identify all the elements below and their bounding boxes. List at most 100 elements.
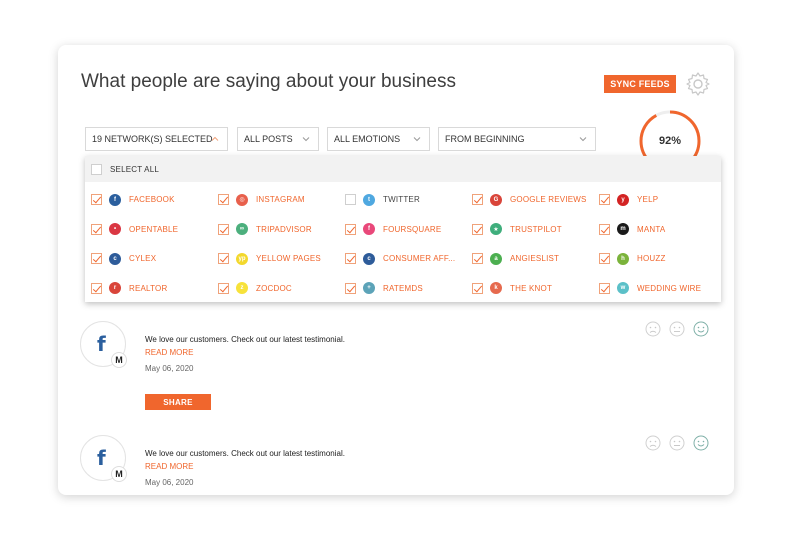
network-logo-icon: a [490, 252, 502, 265]
network-checkbox[interactable] [91, 223, 102, 235]
network-option[interactable]: y YELP [599, 185, 726, 215]
network-checkbox[interactable] [345, 194, 356, 206]
page-title: What people are saying about your busine… [81, 71, 456, 92]
network-checkbox[interactable] [599, 194, 610, 206]
network-checkbox[interactable] [472, 223, 483, 235]
network-label: HOUZZ [637, 254, 666, 264]
date-range-filter[interactable]: FROM BEGINNING [438, 127, 596, 151]
network-option[interactable]: c CYLEX [91, 244, 218, 274]
network-option[interactable]: a ANGIESLIST [472, 244, 599, 274]
network-checkbox[interactable] [472, 253, 483, 265]
network-label: ZOCDOC [256, 283, 292, 293]
network-logo-icon: k [490, 282, 502, 295]
read-more-link[interactable]: READ MORE [145, 348, 193, 357]
network-label: TRIPADVISOR [256, 224, 312, 234]
manta-badge-icon: M [111, 466, 127, 482]
network-label: RATEMDS [383, 283, 423, 293]
network-checkbox[interactable] [218, 223, 229, 235]
network-option[interactable]: h HOUZZ [599, 244, 726, 274]
network-label: FOURSQUARE [383, 224, 442, 234]
network-checkbox[interactable] [218, 282, 229, 294]
network-label: ANGIESLIST [510, 254, 560, 264]
network-logo-icon: G [490, 193, 502, 206]
network-label: MANTA [637, 224, 666, 234]
manta-badge-icon: M [111, 352, 127, 368]
chevron-down-icon [579, 137, 587, 142]
network-checkbox[interactable] [91, 194, 102, 206]
network-option[interactable]: f FACEBOOK [91, 185, 218, 215]
network-checkbox[interactable] [91, 253, 102, 265]
network-option[interactable]: • OPENTABLE [91, 215, 218, 245]
network-option[interactable]: ★ TRUSTPILOT [472, 215, 599, 245]
select-all-row[interactable]: SELECT ALL [85, 156, 721, 182]
network-option[interactable]: k THE KNOT [472, 274, 599, 304]
network-option[interactable]: f FOURSQUARE [345, 215, 472, 245]
post-date: May 06, 2020 [145, 364, 194, 373]
network-checkbox[interactable] [472, 194, 483, 206]
networks-filter[interactable]: 19 NETWORK(S) SELECTED [85, 127, 228, 151]
network-label: CYLEX [129, 254, 157, 264]
network-checkbox[interactable] [345, 282, 356, 294]
network-label: CONSUMER AFF... [383, 254, 456, 264]
network-option[interactable]: ∞ TRIPADVISOR [218, 215, 345, 245]
network-option[interactable]: G GOOGLE REVIEWS [472, 185, 599, 215]
network-label: YELP [637, 195, 659, 205]
network-checkbox[interactable] [218, 194, 229, 206]
sad-emotion-icon[interactable] [645, 321, 661, 337]
network-label: REALTOR [129, 283, 168, 293]
network-logo-icon: w [617, 282, 629, 295]
read-more-link[interactable]: READ MORE [145, 462, 193, 471]
networks-dropdown: SELECT ALL f FACEBOOK ◎ INSTAGRAM t TWITTER G G… [85, 156, 721, 302]
sad-emotion-icon[interactable] [645, 435, 661, 451]
network-option[interactable]: m MANTA [599, 215, 726, 245]
network-option[interactable]: t TWITTER [345, 185, 472, 215]
network-logo-icon: c [109, 252, 121, 265]
gear-icon[interactable] [685, 71, 711, 97]
feed-post: f M We love our customers. Check out our… [80, 435, 709, 495]
network-label: TWITTER [383, 195, 420, 205]
network-option[interactable]: + RATEMDS [345, 274, 472, 304]
networks-filter-label: 19 NETWORK(S) SELECTED [92, 134, 213, 144]
network-logo-icon: ◎ [236, 193, 248, 206]
network-label: OPENTABLE [129, 224, 179, 234]
share-button[interactable]: SHARE [145, 394, 211, 410]
post-text: We love our customers. Check out our lat… [145, 449, 345, 458]
network-logo-icon: ★ [490, 223, 502, 236]
network-logo-icon: t [363, 193, 375, 206]
network-checkbox[interactable] [599, 253, 610, 265]
network-option[interactable]: yp YELLOW PAGES [218, 244, 345, 274]
network-label: GOOGLE REVIEWS [510, 195, 587, 205]
chevron-down-icon [413, 137, 421, 142]
neutral-emotion-icon[interactable] [669, 435, 685, 451]
sync-feeds-button[interactable]: SYNC FEEDS [604, 75, 676, 93]
select-all-checkbox[interactable] [91, 163, 102, 175]
network-checkbox[interactable] [345, 253, 356, 265]
feed-post: f M We love our customers. Check out our… [80, 321, 709, 421]
posts-filter[interactable]: ALL POSTS [237, 127, 319, 151]
network-label: FACEBOOK [129, 195, 175, 205]
network-option[interactable]: r REALTOR [91, 274, 218, 304]
happy-emotion-icon[interactable] [693, 435, 709, 451]
facebook-icon: f [97, 332, 106, 356]
network-logo-icon: c [363, 252, 375, 265]
network-checkbox[interactable] [91, 282, 102, 294]
network-option[interactable]: w WEDDING WIRE [599, 274, 726, 304]
network-checkbox[interactable] [345, 223, 356, 235]
avatar: f M [80, 435, 127, 482]
post-date: May 06, 2020 [145, 478, 194, 487]
network-checkbox[interactable] [599, 223, 610, 235]
network-logo-icon: f [109, 193, 121, 206]
neutral-emotion-icon[interactable] [669, 321, 685, 337]
network-checkbox[interactable] [472, 282, 483, 294]
network-checkbox[interactable] [599, 282, 610, 294]
network-option[interactable]: ◎ INSTAGRAM [218, 185, 345, 215]
network-logo-icon: m [617, 223, 629, 236]
emotions-filter[interactable]: ALL EMOTIONS [327, 127, 430, 151]
network-checkbox[interactable] [218, 253, 229, 265]
network-option[interactable]: z ZOCDOC [218, 274, 345, 304]
network-label: INSTAGRAM [256, 195, 305, 205]
network-label: WEDDING WIRE [637, 283, 702, 293]
network-option[interactable]: c CONSUMER AFF... [345, 244, 472, 274]
happy-emotion-icon[interactable] [693, 321, 709, 337]
date-range-filter-label: FROM BEGINNING [445, 134, 525, 144]
